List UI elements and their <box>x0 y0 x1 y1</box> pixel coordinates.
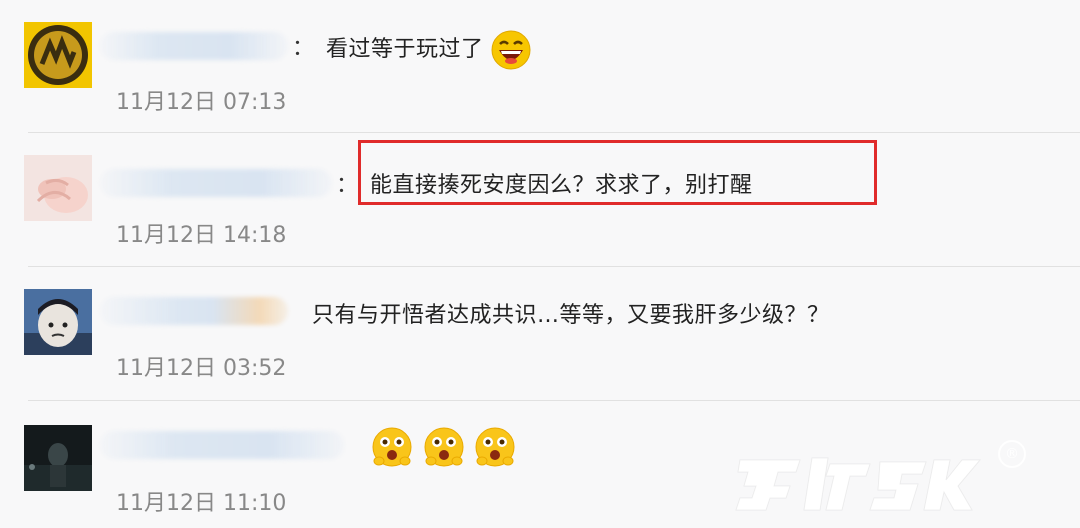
avatar[interactable] <box>24 425 92 491</box>
colon-separator: ： <box>336 173 359 198</box>
registered-mark-icon: ® <box>998 440 1026 468</box>
avatar[interactable] <box>24 22 92 88</box>
comment-text <box>370 425 517 469</box>
comment-item: ： 看过等于玩过了 11月12日 07:13 <box>0 0 1080 130</box>
username-blurred[interactable] <box>100 297 288 325</box>
username-blurred[interactable] <box>100 431 344 459</box>
avatar[interactable] <box>24 289 92 355</box>
shocked-emoji-icon <box>422 425 466 469</box>
comment-text: 看过等于玩过了 <box>326 30 531 70</box>
avatar[interactable] <box>24 155 92 221</box>
shocked-emoji-icon <box>370 425 414 469</box>
comment-text: 能直接揍死安度因么？求求了，别打醒 <box>370 173 753 198</box>
comment-item: 只有与开悟者达成共识…等等，又要我肝多少级？？ 11月12日 03:52 <box>0 267 1080 400</box>
shocked-emoji-icon <box>473 425 517 469</box>
comment-time: 11月12日 07:13 <box>116 90 287 115</box>
comment-item: ： 能直接揍死安度因么？求求了，别打醒 11月12日 14:18 <box>0 133 1080 266</box>
colon-separator: ： <box>292 36 315 61</box>
watermark-logo: ® <box>730 440 1030 520</box>
comment-time: 11月12日 11:10 <box>116 491 287 516</box>
comment-text: 只有与开悟者达成共识…等等，又要我肝多少级？？ <box>312 303 830 328</box>
laughing-emoji-icon <box>491 30 531 70</box>
comment-time: 11月12日 14:18 <box>116 223 287 248</box>
comment-time: 11月12日 03:52 <box>116 356 287 381</box>
username-blurred[interactable] <box>100 32 288 60</box>
username-blurred[interactable] <box>100 169 332 197</box>
